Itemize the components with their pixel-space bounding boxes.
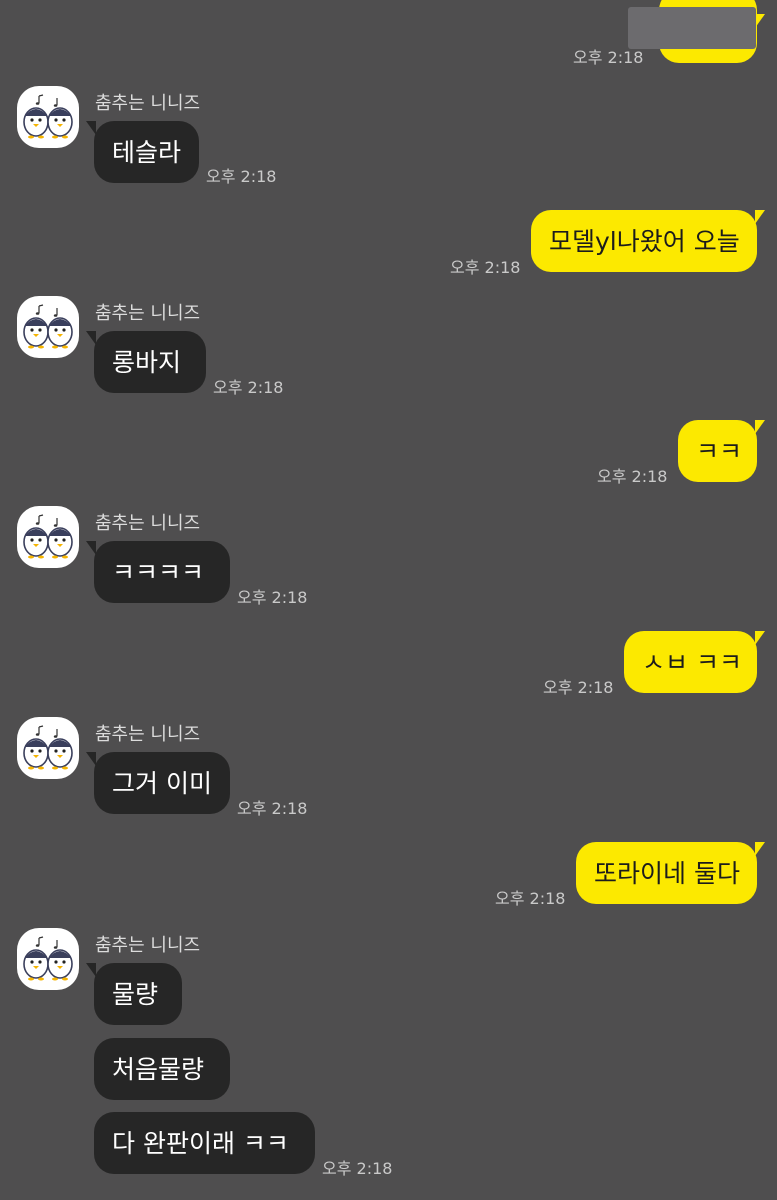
- bubble-tail: [755, 842, 765, 856]
- avatar[interactable]: [17, 506, 79, 568]
- avatar[interactable]: [17, 296, 79, 358]
- bubble-tail: [755, 420, 765, 434]
- message-time: 오후 2:18: [206, 167, 277, 186]
- message-text: 물량: [112, 979, 159, 1009]
- message-time: 오후 2:18: [597, 467, 668, 486]
- message-time: 오후 2:18: [322, 1159, 393, 1178]
- redacted-overlay: [628, 7, 756, 49]
- message-text: 모델yl나왔어 오늘: [549, 226, 740, 256]
- message-text: ㅅㅂ ㅋㅋ: [642, 647, 742, 677]
- avatar[interactable]: [17, 86, 79, 148]
- message-time: 오후 2:18: [450, 258, 521, 277]
- message-time: 오후 2:18: [237, 588, 308, 607]
- message-bubble-outgoing[interactable]: 모델yl나왔어 오늘: [531, 210, 757, 272]
- message-text: 또라이네 둘다: [594, 858, 740, 888]
- ducks-avatar-icon: [17, 86, 79, 148]
- message-bubble-incoming[interactable]: 다 완판이래 ㅋㅋ: [94, 1112, 315, 1174]
- message-time: 오후 2:18: [573, 48, 644, 67]
- avatar[interactable]: [17, 717, 79, 779]
- message-time: 오후 2:18: [543, 678, 614, 697]
- avatar[interactable]: [17, 928, 79, 990]
- message-text: 다 완판이래 ㅋㅋ: [112, 1128, 289, 1158]
- message-bubble-incoming[interactable]: 롱바지: [94, 331, 206, 393]
- ducks-avatar-icon: [17, 717, 79, 779]
- message-bubble-incoming[interactable]: 그거 이미: [94, 752, 230, 814]
- message-bubble-incoming[interactable]: 테슬라: [94, 121, 199, 183]
- bubble-tail: [755, 14, 765, 28]
- bubble-tail: [755, 210, 765, 224]
- message-text: ㅋㅋㅋㅋ: [112, 557, 205, 587]
- sender-name: 춤추는 니니즈: [95, 724, 201, 745]
- message-bubble-incoming[interactable]: 물량: [94, 963, 182, 1025]
- message-time: 오후 2:18: [495, 889, 566, 908]
- message-text: ㅋㅋ: [696, 436, 743, 466]
- ducks-avatar-icon: [17, 928, 79, 990]
- ducks-avatar-icon: [17, 506, 79, 568]
- message-bubble-incoming[interactable]: ㅋㅋㅋㅋ: [94, 541, 230, 603]
- sender-name: 춤추는 니니즈: [95, 93, 201, 114]
- sender-name: 춤추는 니니즈: [95, 303, 201, 324]
- bubble-tail: [755, 631, 765, 645]
- ducks-avatar-icon: [17, 296, 79, 358]
- message-text: 롱바지: [112, 347, 182, 377]
- sender-name: 춤추는 니니즈: [95, 935, 201, 956]
- message-bubble-outgoing[interactable]: 또라이네 둘다: [576, 842, 757, 904]
- message-time: 오후 2:18: [237, 799, 308, 818]
- sender-name: 춤추는 니니즈: [95, 513, 201, 534]
- message-time: 오후 2:18: [213, 378, 284, 397]
- message-text: 그거 이미: [112, 768, 212, 798]
- message-text: 테슬라: [112, 137, 182, 167]
- message-bubble-incoming[interactable]: 처음물량: [94, 1038, 230, 1100]
- message-bubble-outgoing[interactable]: ㅅㅂ ㅋㅋ: [624, 631, 757, 693]
- message-bubble-outgoing[interactable]: ㅋㅋ: [678, 420, 757, 482]
- message-text: 처음물량: [112, 1054, 205, 1084]
